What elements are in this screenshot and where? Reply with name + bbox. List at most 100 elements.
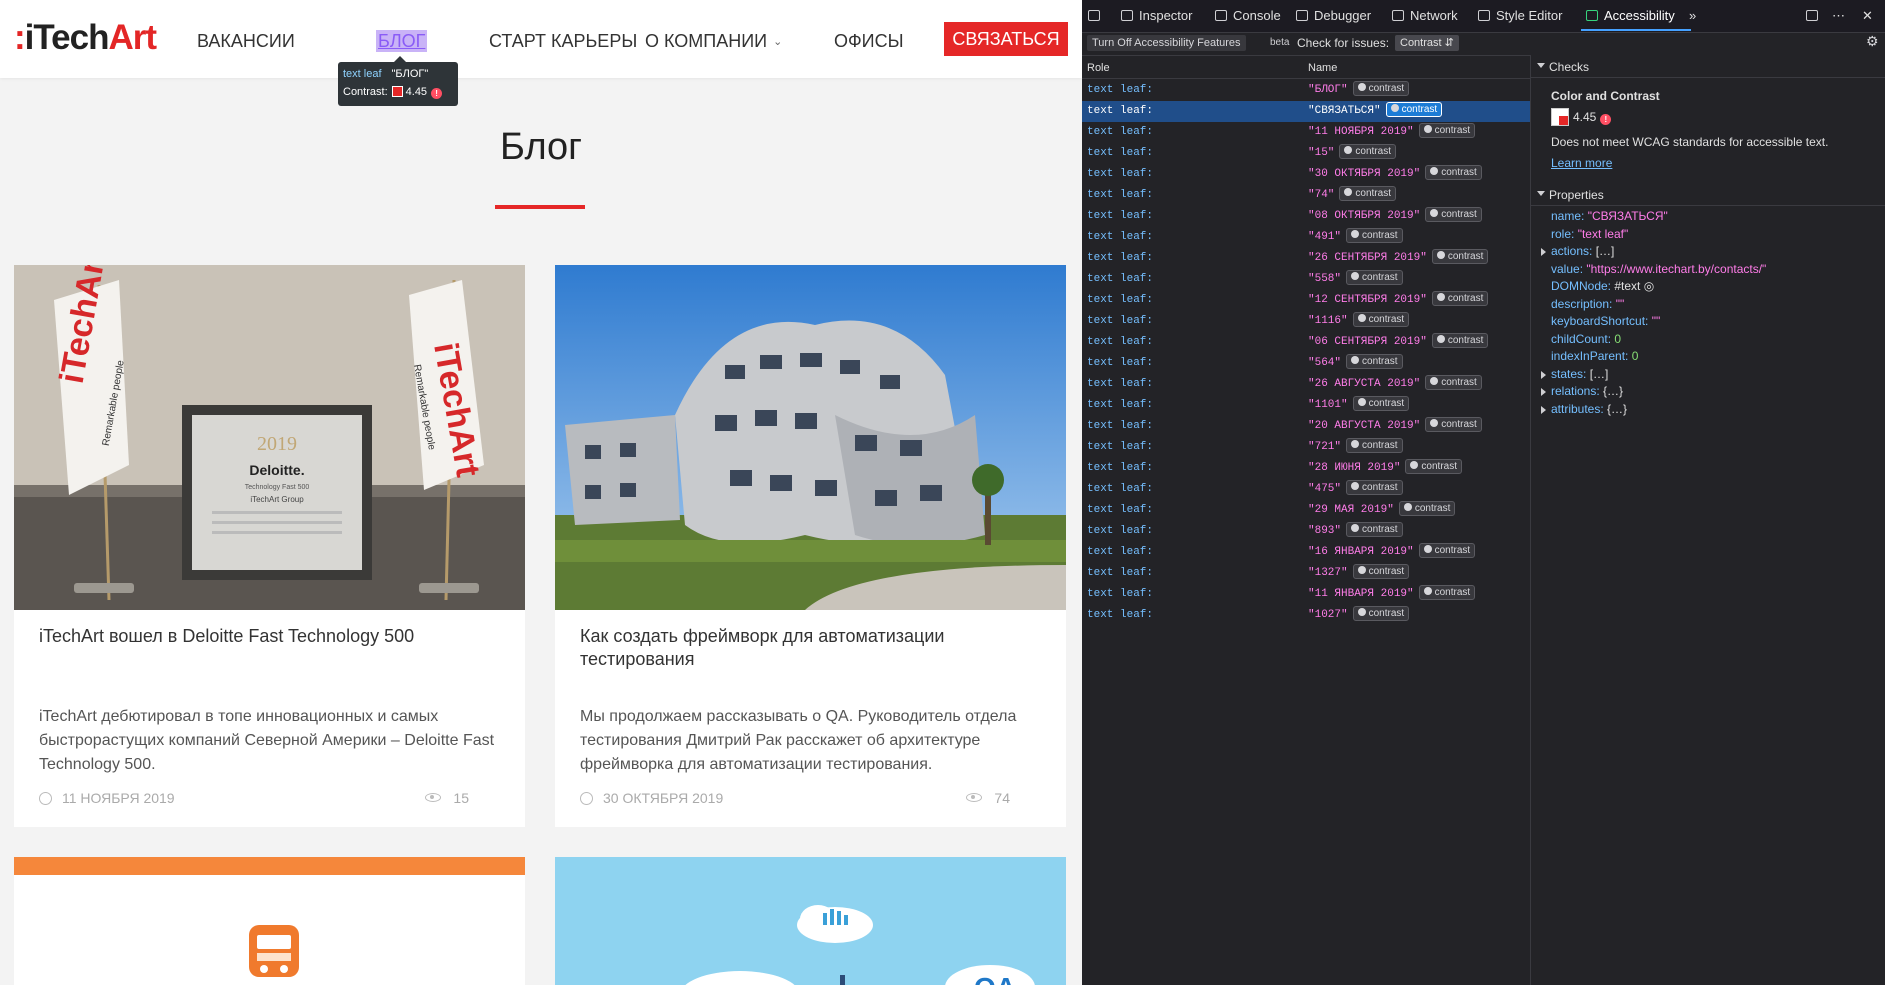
contrast-badge[interactable]: contrast [1352,81,1410,96]
tree-row[interactable]: text leaf: "1116" contrast [1082,311,1530,332]
info-icon [1351,356,1360,364]
settings-gear-icon[interactable]: ⚙ [1866,33,1879,50]
blog-card[interactable]: QA [555,857,1066,985]
dock-toggle-icon[interactable] [1806,8,1824,23]
tree-row[interactable]: text leaf: "564" contrast [1082,353,1530,374]
tree-row[interactable]: text leaf: "16 ЯНВАРЯ 2019" contrast [1082,542,1530,563]
contrast-badge[interactable]: contrast [1339,186,1396,201]
tree-row[interactable]: text leaf: "558" contrast [1082,269,1530,290]
close-icon[interactable]: ✕ [1862,8,1873,24]
tab-accessibility[interactable]: Accessibility [1586,8,1675,23]
contrast-badge[interactable]: contrast [1425,165,1482,180]
contrast-badge[interactable]: contrast [1352,396,1410,411]
target-icon[interactable]: ◎ [1644,279,1654,293]
options-menu-icon[interactable]: ⋯ [1832,8,1845,24]
tree-row[interactable]: text leaf: "29 МАЯ 2019" contrast [1082,500,1530,521]
tree-row[interactable]: text leaf: "11 ЯНВАРЯ 2019" contrast [1082,584,1530,605]
itechart-logo[interactable]: :iTechArt [14,18,157,58]
contrast-badge[interactable]: contrast [1339,144,1396,159]
nav-about[interactable]: О КОМПАНИИ ⌄ [645,30,782,53]
tree-row[interactable]: text leaf: "БЛОГ" contrast [1082,80,1530,101]
badge-label: contrast [1368,83,1405,94]
contrast-badge[interactable]: contrast [1385,102,1443,117]
contrast-badge[interactable]: contrast [1431,291,1489,306]
column-role[interactable]: Role [1087,62,1110,74]
tab-debugger[interactable]: Debugger [1296,8,1371,23]
property-row[interactable]: actions: […] [1541,244,1614,258]
tree-row[interactable]: text leaf: "721" contrast [1082,437,1530,458]
tree-row[interactable]: text leaf: "12 СЕНТЯБРЯ 2019" contrast [1082,290,1530,311]
info-icon [1430,209,1439,217]
property-row[interactable]: relations: {…} [1541,384,1623,398]
contrast-badge[interactable]: contrast [1346,270,1403,285]
nav-offices[interactable]: ОФИСЫ [834,30,904,52]
row-name-text: "1027" [1308,609,1348,621]
tree-row[interactable]: text leaf: "1027" contrast [1082,605,1530,626]
property-row[interactable]: states: […] [1541,367,1608,381]
tree-row[interactable]: text leaf: "15" contrast [1082,143,1530,164]
property-row[interactable]: attributes: {…} [1541,402,1627,416]
issues-select[interactable]: Contrast ⇵ [1395,35,1459,51]
blog-card[interactable]: Как создать фреймворк для автоматизации … [555,265,1066,827]
contrast-badge[interactable]: contrast [1405,459,1462,474]
contrast-badge[interactable]: contrast [1418,585,1476,600]
tree-row[interactable]: text leaf: "893" contrast [1082,521,1530,542]
tree-row[interactable]: text leaf: "28 ИЮНЯ 2019" contrast [1082,458,1530,479]
contrast-badge[interactable]: contrast [1346,438,1403,453]
more-tabs-icon[interactable]: » [1689,8,1696,23]
contrast-badge[interactable]: contrast [1346,228,1403,243]
contrast-swatch-icon [1551,108,1569,126]
contrast-badge[interactable]: contrast [1346,522,1403,537]
nav-blog[interactable]: БЛОГ [376,30,428,52]
tab-style-editor[interactable]: Style Editor [1478,8,1562,23]
contrast-badge[interactable]: contrast [1418,123,1476,138]
contrast-badge[interactable]: contrast [1346,354,1403,369]
nav-vacancies[interactable]: ВАКАНСИИ [197,30,295,52]
card-title[interactable]: iTechArt вошел в Deloitte Fast Technolog… [39,625,499,648]
eye-icon [966,793,983,802]
tree-row[interactable]: text leaf: "26 СЕНТЯБРЯ 2019" contrast [1082,248,1530,269]
tree-row[interactable]: text leaf: "20 АВГУСТА 2019" contrast [1082,416,1530,437]
tree-row[interactable]: text leaf: "1101" contrast [1082,395,1530,416]
nav-career-start[interactable]: СТАРТ КАРЬЕРЫ [489,30,637,52]
element-picker-icon[interactable] [1088,8,1106,23]
turn-off-a11y-button[interactable]: Turn Off Accessibility Features [1087,35,1246,51]
contrast-badge[interactable]: contrast [1352,564,1410,579]
column-name[interactable]: Name [1308,62,1337,74]
tree-row[interactable]: text leaf: "1327" contrast [1082,563,1530,584]
tree-row[interactable]: text leaf: "475" contrast [1082,479,1530,500]
card-title[interactable]: Как создать фреймворк для автоматизации … [580,625,1040,671]
tree-row[interactable]: text leaf: "30 ОКТЯБРЯ 2019" contrast [1082,164,1530,185]
tab-network[interactable]: Network [1392,8,1458,23]
chevron-right-icon [1541,370,1546,379]
contrast-badge[interactable]: contrast [1431,249,1489,264]
contrast-badge[interactable]: contrast [1425,375,1482,390]
logo-text: iTech [24,18,110,57]
contrast-badge[interactable]: contrast [1398,501,1456,516]
contrast-badge[interactable]: contrast [1425,207,1482,222]
blog-card[interactable]: iTechArt Remarkable people iTechArt Rema… [14,265,525,827]
tab-console[interactable]: Console [1215,8,1281,23]
contrast-badge[interactable]: contrast [1431,333,1489,348]
website-viewport: :iTechArt ВАКАНСИИ БЛОГ СТАРТ КАРЬЕРЫ О … [0,0,1082,985]
checks-section-header[interactable]: Checks [1531,55,1885,78]
contrast-badge[interactable]: contrast [1346,480,1403,495]
qa-cloud-banner: QA [555,857,1066,985]
contrast-badge[interactable]: contrast [1352,606,1410,621]
tree-row[interactable]: text leaf: "26 АВГУСТА 2019" contrast [1082,374,1530,395]
properties-section-header[interactable]: Properties [1531,183,1885,206]
property-value: "" [1615,296,1625,311]
tree-row[interactable]: text leaf: "08 ОКТЯБРЯ 2019" contrast [1082,206,1530,227]
blog-card[interactable] [14,857,525,985]
tree-row[interactable]: text leaf: "06 СЕНТЯБРЯ 2019" contrast [1082,332,1530,353]
tree-row[interactable]: text leaf: "СВЯЗАТЬСЯ" contrast [1082,101,1530,122]
contrast-badge[interactable]: contrast [1425,417,1482,432]
tree-row[interactable]: text leaf: "74" contrast [1082,185,1530,206]
learn-more-link[interactable]: Learn more [1551,156,1612,170]
tree-row[interactable]: text leaf: "491" contrast [1082,227,1530,248]
contrast-badge[interactable]: contrast [1418,543,1476,558]
tree-row[interactable]: text leaf: "11 НОЯБРЯ 2019" contrast [1082,122,1530,143]
contact-button[interactable]: СВЯЗАТЬСЯ [944,22,1068,56]
tab-inspector[interactable]: Inspector [1121,8,1192,23]
contrast-badge[interactable]: contrast [1352,312,1410,327]
